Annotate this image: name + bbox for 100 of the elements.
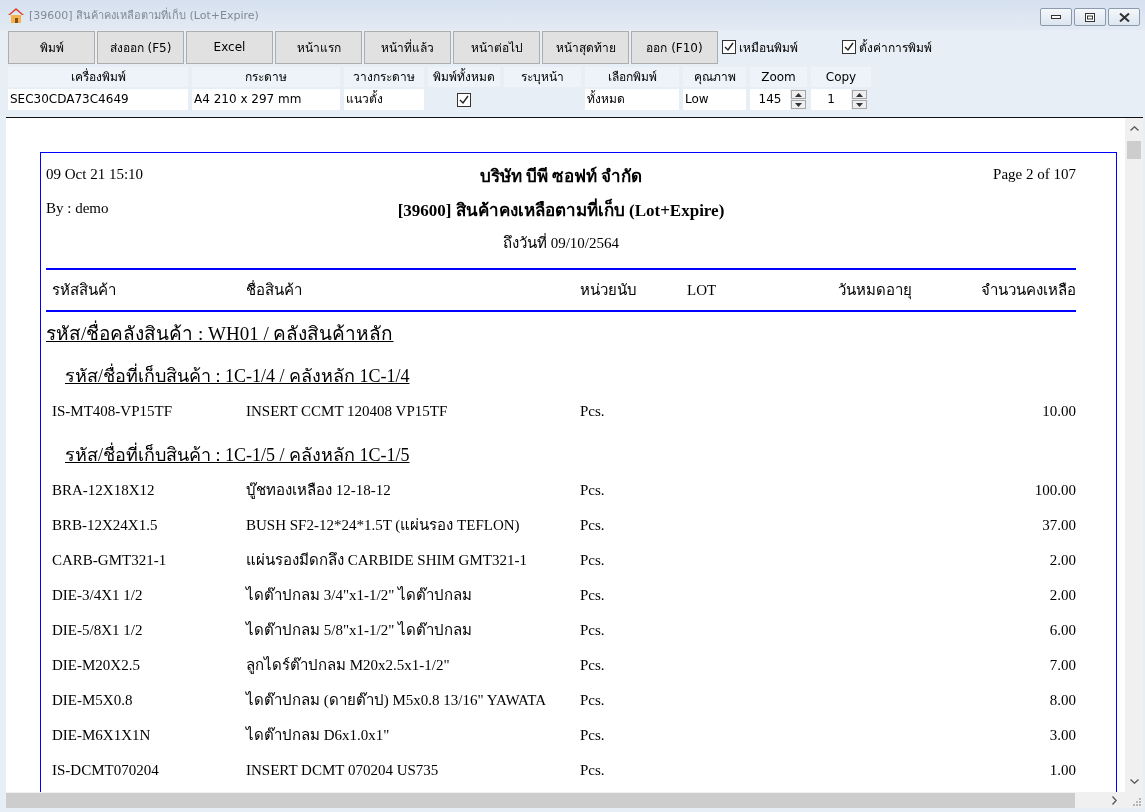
table-cell-text: DIE-M6X1X1N [52,725,151,745]
vertical-scrollbar[interactable] [1125,118,1143,792]
field-label: Zoom [750,67,807,87]
print-date: 09 Oct 21 15:10 [46,165,144,184]
text-field[interactable]: A4 210 x 297 mm [192,89,340,110]
table-cell-text: Pcs. [580,550,605,570]
toolbar-button[interactable]: ออก (F10) [631,30,718,64]
minimize-icon [1051,15,1061,19]
table-cell-text: BRB-12X24X1.5 [52,515,158,535]
toolbar-button[interactable]: Excel [186,30,273,64]
window-title: [39600] สินค้าคงเหลือตามที่เก็บ (Lot+Expire) [29,6,259,24]
checkbox[interactable] [457,92,471,107]
report-date: ถึงวันที่ 09/10/2564 [502,232,620,253]
close-button[interactable] [1108,8,1140,26]
company-name: บริษัท บีพี ซอฟท์ จำกัด [479,165,643,188]
maximize-button[interactable] [1074,8,1106,26]
checkbox-label[interactable]: เหมือนพิมพ์ [739,37,798,57]
table-cell-text: ไดต๊าปกลม (ดายต๊าป) M5x0.8 13/16" YAWATA [246,690,547,710]
house-icon [8,7,24,23]
table-cell-text: 7.00 [1049,655,1076,675]
table-cell-text: บู๊ชทองเหลือง 12-18-12 [246,480,391,500]
field-label: พิมพ์ทั้งหมด [428,67,500,87]
page-number: Page 2 of 107 [993,165,1076,184]
table-cell-text: ไดต๊าปกลม 5/8"x1-1/2" ไดต๊าปกลม [246,620,473,640]
table-cell-text: Pcs. [580,480,605,500]
spin-up-button[interactable] [791,90,806,99]
table-cell-text: 37.00 [1042,515,1076,535]
field-label: ระบุหน้า [504,67,581,87]
table-cell-text: BRA-12X18X12 [52,480,155,500]
resize-grip-icon[interactable] [1133,798,1141,806]
warehouse-heading: รหัส/ชื่อคลังสินค้า : WH01 / คลังสินค้าหลัก [46,319,394,349]
column-header: รหัสสินค้า [52,281,116,300]
number-field[interactable]: 145 [750,89,790,110]
text-field[interactable]: แนวตั้ง [344,89,424,110]
table-cell-text: INSERT DCMT 070204 US735 [246,760,439,780]
table-cell-text: INSERT CCMT 120408 VP15TF [246,401,448,421]
table-cell-text: Pcs. [580,760,605,780]
table-cell-text: Pcs. [580,655,605,675]
caret-down-icon [795,102,802,107]
location-heading: รหัส/ชื่อที่เก็บสินค้า : 1C-1/5 / คลังหลัก 1C-1/5 [65,440,410,470]
table-cell-text: 100.00 [1034,480,1076,500]
text-field[interactable]: SEC30CDA73C4649 [8,89,188,110]
minimize-button[interactable] [1040,8,1072,26]
table-cell-text: 3.00 [1049,725,1076,745]
table-cell-text: ไดต๊าปกลม 3/4"x1-1/2" ไดต๊าปกลม [246,585,473,605]
spin-down-button[interactable] [791,100,806,109]
table-cell-text: BUSH SF2-12*24*1.5T (แผ่นรอง TEFLON) [246,515,520,535]
table-cell-text: Pcs. [580,401,605,421]
tick-icon [459,94,469,105]
table-cell-text: DIE-5/8X1 1/2 [52,620,143,640]
chevron-right-icon[interactable] [1112,795,1117,805]
scrollbar-thumb[interactable] [1127,141,1141,159]
table-cell-text: 2.00 [1049,550,1076,570]
toolbar-button[interactable]: หน้าสุดท้าย [542,30,629,64]
field-label: เลือกพิมพ์ [585,67,679,87]
table-cell-text: DIE-3/4X1 1/2 [52,585,143,605]
spin-down-button[interactable] [852,100,867,109]
field-label: Copy [811,67,871,87]
field-label: วางกระดาษ [344,67,424,87]
text-field[interactable]: Low [683,89,746,110]
tick-icon [724,42,734,52]
table-cell-text: 1.00 [1049,760,1076,780]
table-cell-text: Pcs. [580,620,605,640]
toolbar-button[interactable]: หน้าแรก [275,30,362,64]
toolbar-button[interactable]: หน้าที่แล้ว [364,30,451,64]
field-label: เครื่องพิมพ์ [8,67,188,87]
caret-up-icon [856,92,863,97]
checkbox[interactable] [842,40,856,54]
table-cell-text: IS-DCMT070204 [52,760,159,780]
column-header: จำนวนคงเหลือ [981,281,1076,300]
column-header: ชื่อสินค้า [246,280,302,300]
table-cell-text: 6.00 [1049,620,1076,640]
number-field[interactable]: 1 [811,89,851,110]
toolbar-button[interactable]: พิมพ์ [8,30,95,64]
column-header: LOT [687,281,717,300]
table-cell-text: IS-MT408-VP15TF [52,401,172,421]
table-cell-text: 10.00 [1042,401,1076,421]
text-field[interactable]: ทั้งหมด [585,89,679,110]
checkbox-label[interactable]: ตั้งค่าการพิมพ์ [859,37,932,57]
table-cell-text: CARB-GMT321-1 [52,550,167,570]
table-cell-text: Pcs. [580,725,605,745]
caret-down-icon [856,102,863,107]
toolbar-button[interactable]: หน้าต่อไป [453,30,540,64]
table-cell-text: DIE-M5X0.8 [52,690,133,710]
table-cell-text: ไดต๊าปกลม D6x1.0x1" [246,725,390,745]
table-cell-text: DIE-M20X2.5 [52,655,140,675]
caret-up-icon [795,92,802,97]
tick-icon [844,42,854,52]
field-label: คุณภาพ [683,67,746,87]
table-cell-text: 2.00 [1049,585,1076,605]
printed-by: By : demo [46,199,109,218]
spin-up-button[interactable] [852,90,867,99]
chevron-down-icon[interactable] [1129,779,1139,784]
table-cell-text: Pcs. [580,690,605,710]
toolbar-button[interactable]: ส่งออก (F5) [97,30,184,64]
checkbox[interactable] [722,40,736,54]
table-cell-text: Pcs. [580,515,605,535]
chevron-up-icon[interactable] [1129,126,1139,131]
table-cell-text: Pcs. [580,585,605,605]
table-cell-text: ลูกไดร์ต๊าปกลม M20x2.5x1-1/2" [246,655,450,675]
